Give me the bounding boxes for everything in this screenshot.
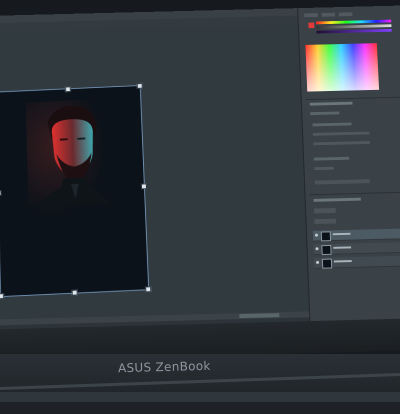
- properties-buttons[interactable]: [314, 179, 370, 185]
- deck-lower-edge: [0, 392, 400, 402]
- portrait-photo: [25, 98, 118, 217]
- panel-divider: [309, 191, 400, 196]
- layer-thumbnail: [321, 244, 332, 255]
- image-artboard[interactable]: [0, 83, 152, 300]
- blend-mode-select[interactable]: [314, 218, 337, 225]
- properties-row: [314, 166, 334, 171]
- layer-thumbnail: [321, 258, 333, 269]
- foreground-swatch[interactable]: [308, 22, 315, 29]
- eye-icon[interactable]: [315, 247, 319, 251]
- laptop-screen: [0, 5, 400, 342]
- properties-row: [312, 122, 352, 127]
- panel-tab[interactable]: [338, 12, 353, 17]
- layer-row[interactable]: [312, 228, 400, 242]
- layer-row[interactable]: [313, 242, 400, 256]
- transform-handle-right[interactable]: [140, 183, 148, 190]
- transform-handle-left[interactable]: [0, 190, 2, 197]
- layer-row[interactable]: [313, 255, 400, 269]
- transform-handle-bottom-right[interactable]: [145, 286, 152, 293]
- transform-handle-bottom[interactable]: [71, 289, 78, 296]
- panel-tab[interactable]: [321, 12, 336, 17]
- layer-name: [333, 246, 352, 249]
- saturation-slider[interactable]: [316, 28, 392, 34]
- panel-tab[interactable]: [304, 13, 318, 18]
- properties-row: [313, 156, 350, 161]
- color-swatches[interactable]: [308, 19, 395, 36]
- transform-handle-top[interactable]: [64, 86, 71, 93]
- layer-name: [333, 260, 352, 263]
- layer-name: [332, 232, 351, 236]
- layer-filter[interactable]: [313, 208, 336, 214]
- properties-row: [312, 131, 370, 136]
- transform-handle-bottom-left[interactable]: [0, 293, 5, 300]
- color-picker-field[interactable]: [305, 43, 380, 92]
- properties-tabs[interactable]: [309, 101, 353, 106]
- properties-header: [310, 111, 340, 116]
- properties-row: [313, 141, 370, 146]
- right-panel: [297, 5, 400, 334]
- scrollbar-thumb[interactable]: [239, 313, 280, 319]
- panel-divider: [305, 96, 400, 101]
- canvas-area[interactable]: [0, 24, 325, 320]
- layers-tabs[interactable]: [313, 197, 361, 202]
- eye-icon[interactable]: [314, 233, 319, 237]
- laptop-brand-label: ASUS ZenBook: [117, 358, 211, 376]
- transform-handle-top-right[interactable]: [136, 83, 143, 89]
- eye-icon[interactable]: [316, 260, 320, 264]
- layer-thumbnail: [320, 231, 332, 242]
